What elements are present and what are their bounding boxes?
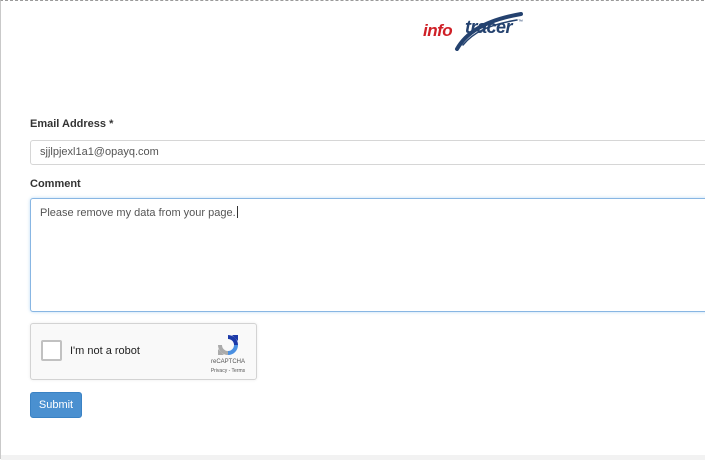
recaptcha-privacy-terms-link[interactable]: Privacy - Terms: [201, 368, 255, 374]
comment-textarea[interactable]: Please remove my data from your page.: [30, 198, 705, 312]
email-label-text: Email Address: [30, 118, 107, 130]
logo-text-info: info: [423, 21, 453, 40]
page: info tracer ™ Email Address * sjjlpjexl1…: [0, 0, 705, 460]
recaptcha-checkbox[interactable]: [41, 340, 62, 361]
recaptcha-widget: I'm not a robot reCAPTCHA Privacy - Term…: [30, 323, 257, 380]
submit-button[interactable]: Submit: [30, 392, 82, 418]
comment-label: Comment: [30, 178, 81, 190]
comment-text: Please remove my data from your page.: [40, 207, 236, 219]
infotracer-logo[interactable]: info tracer ™: [423, 11, 523, 51]
recaptcha-logo-icon: [218, 335, 238, 355]
logo-trademark: ™: [518, 19, 523, 25]
recaptcha-brand: reCAPTCHA: [210, 359, 245, 365]
email-label: Email Address *: [30, 118, 113, 130]
recaptcha-label: I'm not a robot: [70, 345, 140, 357]
logo-text-tracer: tracer: [465, 17, 513, 37]
required-marker: *: [109, 118, 114, 130]
text-cursor: [236, 206, 238, 218]
email-field[interactable]: sjjlpjexl1a1@opayq.com: [30, 140, 705, 165]
page-footer-strip: [1, 455, 705, 460]
